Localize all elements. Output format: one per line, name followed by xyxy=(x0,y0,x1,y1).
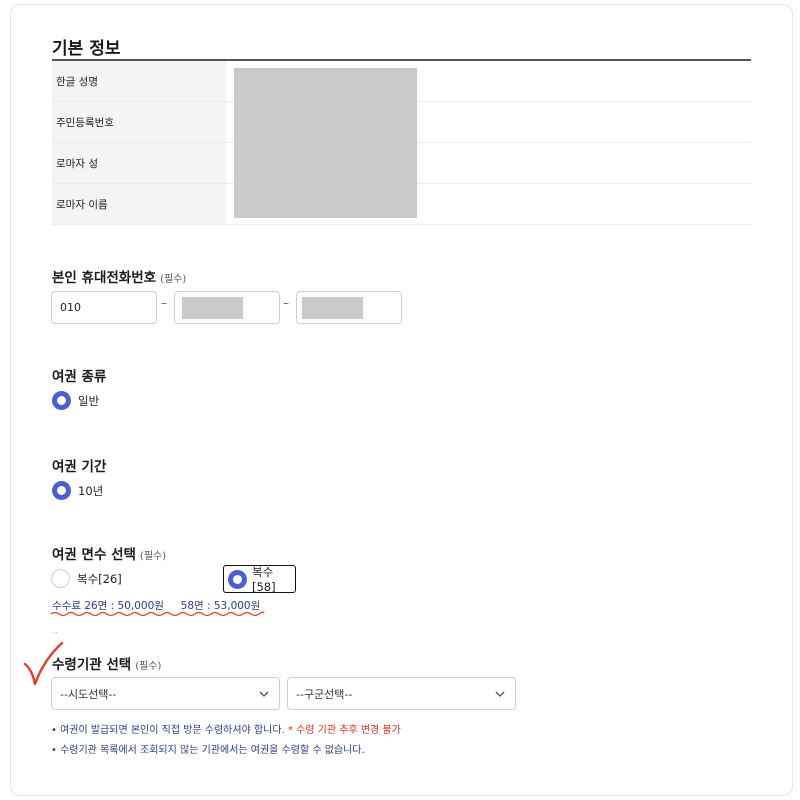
passport-type-label: 여권 종류 xyxy=(52,365,106,385)
info-label: 로마자 성 xyxy=(52,143,226,183)
pickup-office-label: 수령기관 선택 (필수) xyxy=(52,653,161,673)
redacted-phone-last xyxy=(302,297,363,319)
passport-type-label-text: 여권 종류 xyxy=(52,369,107,385)
info-label: 주민등록번호 xyxy=(52,102,226,142)
phone-prefix-value: 010 xyxy=(60,301,81,314)
radio-passport-period-10y[interactable]: 10년 xyxy=(52,481,103,500)
red-squiggle-underline xyxy=(50,611,265,617)
passport-period-label: 여권 기간 xyxy=(52,455,106,475)
province-select-value: --시도선택-- xyxy=(60,687,117,701)
redacted-phone-middle xyxy=(182,297,243,319)
phone-label: 본인 휴대전화번호 (필수) xyxy=(52,266,186,286)
pickup-note-2: • 수령기관 목록에서 조회되지 않는 기관에서는 여권을 수령할 수 없습니다… xyxy=(51,741,365,756)
page-count-label: 여권 면수 선택 (필수) xyxy=(52,543,166,563)
tiny-dots: .. xyxy=(53,627,58,635)
radio-selected-icon[interactable] xyxy=(52,391,71,410)
required-marker: (필수) xyxy=(160,274,187,285)
pickup-office-label-text: 수령기관 선택 xyxy=(52,657,132,673)
radio-label: 복수[58] xyxy=(252,565,276,594)
chevron-down-icon xyxy=(495,691,505,697)
chevron-down-icon xyxy=(259,691,269,697)
radio-selected-icon[interactable] xyxy=(228,569,247,589)
district-select-value: --구군선택-- xyxy=(296,687,353,701)
radio-pages-26[interactable]: 복수[26] xyxy=(51,569,122,588)
province-select[interactable]: --시도선택-- xyxy=(51,677,280,710)
required-marker: (필수) xyxy=(135,661,162,672)
pickup-note-1: • 여권이 발급되면 본인이 직접 방문 수령하셔야 합니다. * 수령 기관 … xyxy=(51,721,401,736)
radio-selected-icon[interactable] xyxy=(52,481,71,500)
required-marker: (필수) xyxy=(139,551,167,562)
radio-label: 10년 xyxy=(78,483,104,498)
basic-info-title: 기본 정보 xyxy=(52,39,121,59)
passport-period-label-text: 여권 기간 xyxy=(52,459,107,475)
radio-pages-58[interactable]: 복수[58] xyxy=(223,565,296,594)
radio-label: 일반 xyxy=(78,393,100,408)
note-warning: * 수령 기관 추후 변경 불가 xyxy=(287,725,401,736)
phone-label-text: 본인 휴대전화번호 xyxy=(52,270,157,286)
info-label: 로마자 이름 xyxy=(52,184,226,224)
district-select[interactable]: --구군선택-- xyxy=(287,677,516,710)
radio-unselected-icon[interactable] xyxy=(51,569,70,588)
page-count-label-text: 여권 면수 선택 xyxy=(52,547,136,563)
phone-prefix-input[interactable]: 010 xyxy=(51,291,157,324)
note-text: • 수령기관 목록에서 조회되지 않는 기관에서는 여권을 수령할 수 없습니다… xyxy=(51,745,365,756)
note-text: • 여권이 발급되면 본인이 직접 방문 수령하셔야 합니다. xyxy=(51,725,285,736)
redacted-personal-info xyxy=(234,68,417,218)
info-label: 한글 성명 xyxy=(52,61,226,101)
phone-separator: – xyxy=(283,296,289,310)
radio-passport-type-general[interactable]: 일반 xyxy=(52,391,99,410)
phone-separator: – xyxy=(161,296,167,310)
radio-label: 복수[26] xyxy=(77,571,122,586)
